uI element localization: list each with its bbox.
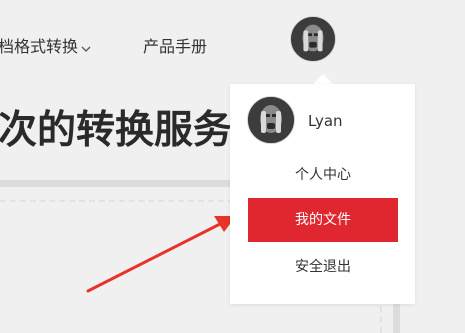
username: Lyan — [308, 112, 343, 130]
menu-item-profile[interactable]: 个人中心 — [248, 153, 398, 197]
user-dropdown-menu: Lyan 个人中心 我的文件 安全退出 — [230, 84, 415, 304]
nav-doc-format-convert[interactable]: 档格式转换 — [0, 33, 91, 57]
top-navigation: 档格式转换 产品手册 — [0, 0, 465, 82]
chevron-down-icon — [81, 38, 91, 57]
user-avatar-button[interactable] — [290, 16, 336, 62]
nav-doc-format-convert-label: 档格式转换 — [0, 37, 79, 56]
dropdown-caret — [313, 74, 333, 84]
avatar-image — [291, 17, 335, 61]
dropdown-avatar — [247, 96, 295, 144]
avatar-image — [248, 97, 294, 143]
nav-product-manual[interactable]: 产品手册 — [143, 33, 207, 57]
hero-title: 次的转换服务 — [0, 108, 233, 153]
menu-item-my-files[interactable]: 我的文件 — [248, 198, 398, 242]
menu-item-logout[interactable]: 安全退出 — [248, 245, 398, 289]
